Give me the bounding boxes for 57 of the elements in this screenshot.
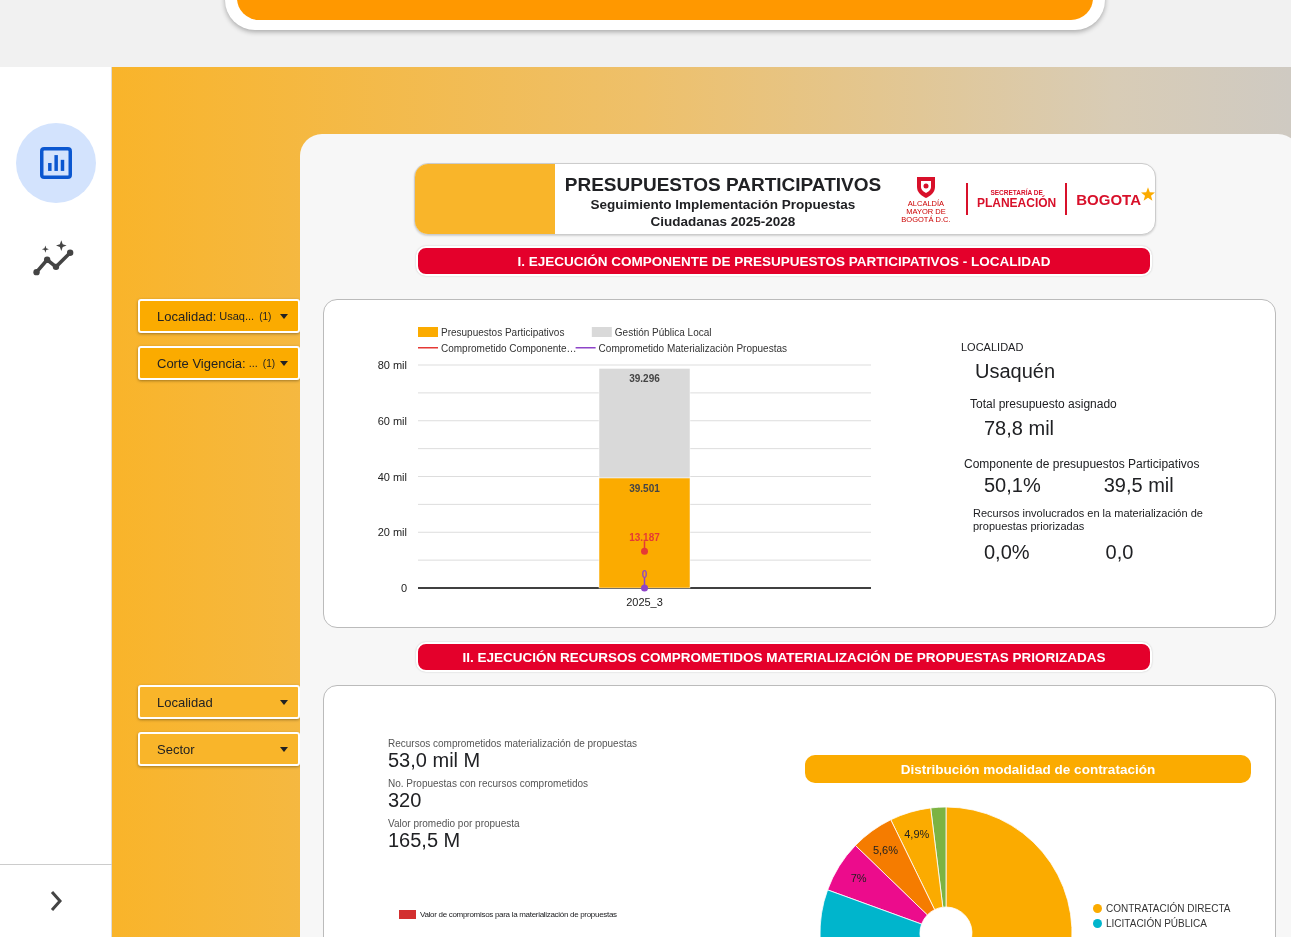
axis-label: 0 — [400, 582, 407, 594]
legend-label: CONTRATACIÓN DIRECTA — [1106, 903, 1231, 914]
data-label: 0 — [641, 569, 648, 580]
logo-text: BOGOTA — [1076, 190, 1141, 208]
data-point — [641, 584, 648, 592]
star-icon — [1141, 186, 1155, 201]
filter-dropdown[interactable]: Sector — [138, 732, 300, 766]
kpi-label: Total presupuesto asignado — [970, 397, 1118, 411]
axis-label: 40 mil — [377, 470, 407, 483]
slice-label: 5,6% — [872, 843, 898, 856]
caret-icon — [280, 313, 288, 319]
legend-item: Presupuestos Participativos — [418, 327, 565, 338]
legend-item: Gestión Pública Local — [591, 327, 712, 338]
legend-label: Valor de compromisos para la materialización de propuestas — [420, 910, 617, 919]
logo-text: PLANEACIÓN — [976, 195, 1057, 210]
chart-title: Distribución modalidad de contratación — [805, 755, 1251, 783]
kpi-label: Valor promedio por propuesta — [388, 818, 521, 829]
report-title: PRESUPUESTOS PARTICIPATIVOS — [563, 174, 883, 196]
kpi-value: 320 — [388, 789, 423, 811]
data-label: 39.501 — [629, 482, 660, 494]
slice-label: 7% — [850, 872, 867, 885]
kpi-value: 53,0 mil M — [388, 749, 482, 771]
kpi-value: 50,1% — [984, 474, 1041, 497]
kpi-label: Componente de presupuestos Participativos — [964, 457, 1201, 471]
kpi-label: No. Propuestas con recursos comprometidos — [388, 778, 590, 789]
kpi-label: LOCALIDAD — [961, 341, 1025, 353]
kpi-value: 0,0 — [1105, 541, 1134, 564]
axis-label: 20 mil — [377, 526, 407, 539]
caret-icon — [280, 360, 288, 366]
kpi-value: 0,0% — [984, 541, 1030, 564]
filter-dropdown[interactable]: Localidad — [138, 685, 300, 719]
caret-icon — [280, 746, 288, 752]
legend-label: Gestión Pública Local — [614, 327, 712, 338]
section-heading: I. EJECUCIÓN COMPONENTE DE PRESUPUESTOS PARTICIPATIVOS - LOCALIDAD — [416, 246, 1152, 276]
legend-item: Comprometido Componente… — [418, 343, 577, 354]
caret-icon — [280, 699, 288, 705]
legend-item: Comprometido Materializaciòn Propuestas — [575, 343, 787, 354]
section-heading: II. EJECUCIÓN RECURSOS COMPROMETIDOS MATERIALIZACIÓN DE PROPUESTAS PRIORIZADAS — [416, 642, 1152, 672]
kpi-label: Recursos involucrados en la materialización de propuestas priorizadas — [973, 507, 1203, 533]
report-subtitle: Seguimiento Implementación Propuestas Ciudadanas 2025-2028 — [589, 196, 857, 230]
shield-icon — [914, 174, 937, 199]
kpi-value: 78,8 mil — [984, 417, 1056, 440]
axis-label: 2025_3 — [626, 596, 663, 608]
filter-dropdown[interactable]: Corte Vigencia: ... (1) — [138, 346, 300, 380]
kpi-value: 39,5 mil — [1103, 474, 1174, 497]
data-point — [641, 547, 648, 555]
filter-dropdown[interactable]: Localidad: Usaq... (1) — [138, 299, 300, 333]
slice-label: 4,9% — [904, 828, 930, 841]
kpi-value: 165,5 M — [388, 829, 462, 851]
legend-label: Presupuestos Participativos — [441, 327, 565, 338]
axis-label: 60 mil — [377, 414, 407, 427]
legend-label: LICITACIÓN PÚBLICA — [1106, 918, 1207, 929]
kpi-value: Usaquén — [975, 360, 1057, 383]
data-label: 39.296 — [629, 373, 660, 385]
data-label: 13.187 — [629, 532, 660, 544]
kpi-label: Recursos comprometidos materialización de propuestas — [388, 738, 638, 749]
axis-label: 80 mil — [377, 359, 407, 371]
